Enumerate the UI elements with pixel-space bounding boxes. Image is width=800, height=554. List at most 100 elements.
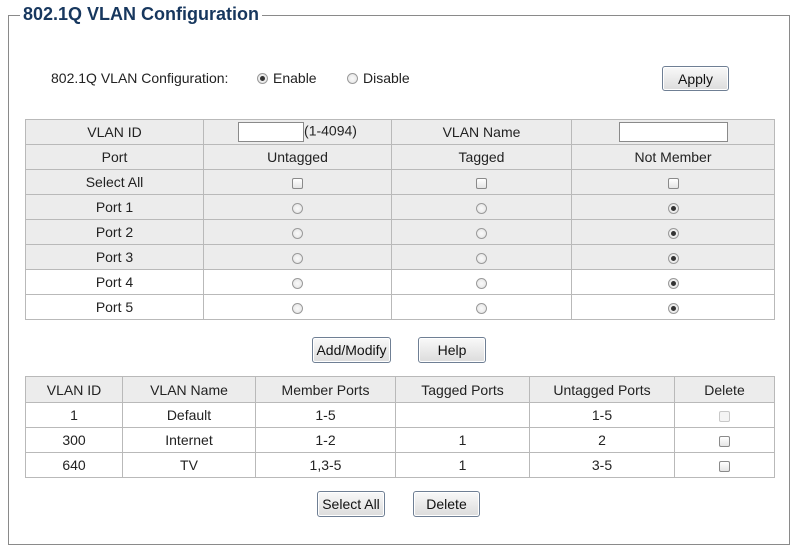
port-not-member-radio[interactable] — [667, 302, 679, 314]
vlan-name-cell: Internet — [122, 427, 256, 453]
port-tagged-cell — [391, 219, 572, 245]
vlan-table-header-row: VLAN ID VLAN Name Member Ports Tagged Po… — [25, 376, 775, 403]
delete-cell — [674, 427, 775, 453]
port-not-member-cell — [571, 294, 775, 320]
delete-checkbox — [719, 410, 730, 422]
select-all-tagged-checkbox[interactable] — [476, 177, 487, 189]
select-all-button[interactable]: Select All — [317, 491, 385, 517]
vlan-name-input[interactable] — [618, 122, 728, 142]
untagged-ports-cell: 1-5 — [529, 402, 675, 428]
disable-option[interactable]: Disable — [347, 70, 410, 86]
select-all-not-member-cell — [571, 169, 775, 195]
select-all-untagged-cell — [203, 169, 392, 195]
vlan-name-label: VLAN Name — [391, 119, 572, 145]
vlan-id-row: VLAN ID (1-4094) VLAN Name — [25, 119, 775, 145]
port-not-member-cell — [571, 244, 775, 270]
delete-cell — [674, 402, 775, 428]
vlan-table: VLAN ID VLAN Name Member Ports Tagged Po… — [25, 376, 775, 478]
vlan-id-label: VLAN ID — [25, 119, 204, 145]
port-untagged-radio[interactable] — [292, 277, 303, 289]
vlan-id-cell: (1-4094) — [203, 119, 392, 145]
vlan-id-input[interactable] — [238, 122, 305, 142]
port-untagged-radio[interactable] — [292, 302, 303, 314]
apply-button[interactable]: Apply — [662, 66, 729, 91]
untagged-ports-cell: 2 — [529, 427, 675, 453]
tagged-ports-cell — [395, 402, 530, 428]
select-all-untagged-checkbox[interactable] — [292, 177, 303, 189]
port-tagged-radio[interactable] — [476, 252, 487, 264]
port-row: Port 4 — [25, 269, 775, 295]
table-row: 640 TV 1,3-5 1 3-5 — [25, 452, 775, 478]
port-row: Port 3 — [25, 244, 775, 270]
tagged-header: Tagged — [391, 144, 572, 170]
vlan-config-label: 802.1Q VLAN Configuration: — [51, 70, 229, 86]
vlan-name-cell: Default — [122, 402, 256, 428]
vlan-id-cell: 1 — [25, 402, 123, 428]
select-all-not-member-checkbox[interactable] — [667, 177, 679, 189]
port-tagged-radio[interactable] — [476, 302, 487, 314]
port-not-member-cell — [571, 194, 775, 220]
port-tagged-cell — [391, 294, 572, 320]
col-untagged-ports: Untagged Ports — [529, 376, 675, 403]
delete-cell — [674, 452, 775, 478]
port-tagged-radio[interactable] — [476, 227, 487, 239]
disable-label: Disable — [363, 70, 410, 86]
port-name: Port 2 — [25, 219, 204, 245]
port-name: Port 3 — [25, 244, 204, 270]
port-row: Port 2 — [25, 219, 775, 245]
enable-option[interactable]: Enable — [257, 70, 317, 86]
table-row: 1 Default 1-5 1-5 — [25, 402, 775, 428]
port-tagged-radio[interactable] — [476, 277, 487, 289]
col-vlan-name: VLAN Name — [122, 376, 256, 403]
port-untagged-radio[interactable] — [292, 202, 303, 214]
delete-checkbox[interactable] — [719, 460, 730, 472]
delete-button[interactable]: Delete — [413, 491, 480, 517]
add-modify-button[interactable]: Add/Modify — [312, 337, 391, 363]
not-member-header: Not Member — [571, 144, 775, 170]
help-button[interactable]: Help — [418, 337, 486, 363]
col-member-ports: Member Ports — [255, 376, 396, 403]
port-untagged-cell — [203, 194, 392, 220]
enable-label: Enable — [273, 70, 317, 86]
enable-radio[interactable] — [257, 72, 268, 84]
select-all-row: Select All — [25, 169, 775, 195]
port-untagged-cell — [203, 244, 392, 270]
port-not-member-radio[interactable] — [667, 202, 679, 214]
vlan-port-form: VLAN ID (1-4094) VLAN Name Port Untagged… — [25, 119, 775, 320]
port-not-member-cell — [571, 219, 775, 245]
port-name: Port 1 — [25, 194, 204, 220]
member-ports-cell: 1,3-5 — [255, 452, 396, 478]
port-tagged-radio[interactable] — [476, 202, 487, 214]
port-tagged-cell — [391, 244, 572, 270]
port-tagged-cell — [391, 269, 572, 295]
member-ports-cell: 1-5 — [255, 402, 396, 428]
port-not-member-cell — [571, 269, 775, 295]
port-untagged-cell — [203, 269, 392, 295]
vlan-name-cell: TV — [122, 452, 256, 478]
tagged-ports-cell: 1 — [395, 452, 530, 478]
col-vlan-id: VLAN ID — [25, 376, 123, 403]
untagged-ports-cell: 3-5 — [529, 452, 675, 478]
delete-checkbox[interactable] — [719, 435, 730, 447]
table-row: 300 Internet 1-2 1 2 — [25, 427, 775, 453]
select-all-label: Select All — [25, 169, 204, 195]
port-row: Port 5 — [25, 294, 775, 320]
vlan-name-cell — [571, 119, 775, 145]
untagged-header: Untagged — [203, 144, 392, 170]
port-header: Port — [25, 144, 204, 170]
port-untagged-radio[interactable] — [292, 227, 303, 239]
vlan-id-cell: 300 — [25, 427, 123, 453]
port-tagged-cell — [391, 194, 572, 220]
select-all-tagged-cell — [391, 169, 572, 195]
port-untagged-radio[interactable] — [292, 252, 303, 264]
port-untagged-cell — [203, 294, 392, 320]
port-header-row: Port Untagged Tagged Not Member — [25, 144, 775, 170]
port-not-member-radio[interactable] — [667, 277, 679, 289]
disable-radio[interactable] — [347, 72, 358, 84]
port-not-member-radio[interactable] — [667, 227, 679, 239]
port-row: Port 1 — [25, 194, 775, 220]
vlan-id-range: (1-4094) — [304, 122, 357, 139]
port-not-member-radio[interactable] — [667, 252, 679, 264]
col-delete: Delete — [674, 376, 775, 403]
member-ports-cell: 1-2 — [255, 427, 396, 453]
